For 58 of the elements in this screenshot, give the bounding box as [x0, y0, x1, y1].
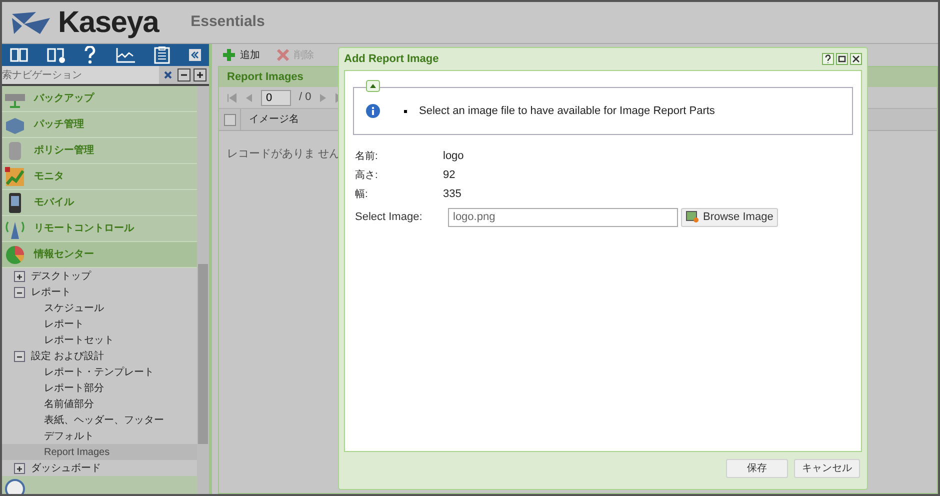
module-icon	[4, 244, 26, 266]
file-field[interactable]: logo.png	[448, 208, 678, 226]
info-text: Select an image file to have available for Image Report Parts	[419, 104, 715, 119]
page-field[interactable]: 0	[261, 90, 291, 106]
collapse-icon[interactable]	[14, 350, 25, 362]
expand-all-icon[interactable]	[193, 68, 207, 82]
field-value: 92	[443, 168, 456, 184]
field-value: 335	[443, 187, 462, 202]
collapse-all-icon[interactable]	[177, 68, 191, 82]
expand-icon[interactable]	[14, 462, 25, 474]
tree-item[interactable]: レポート・テンプレート	[2, 364, 197, 380]
tree-item[interactable]: デフォルト	[2, 428, 197, 444]
field-label: 名前:	[354, 150, 379, 164]
panel-title: Report Images	[227, 70, 304, 85]
help-icon[interactable]	[83, 46, 98, 64]
field-value: logo	[443, 149, 464, 164]
collapse-icon[interactable]	[188, 49, 201, 61]
info-icon	[366, 104, 380, 118]
field-label: 幅:	[354, 188, 369, 202]
tree-item[interactable]: デスクトップ	[29, 268, 93, 284]
book-icon[interactable]	[10, 47, 28, 63]
book-add-icon[interactable]	[46, 47, 65, 63]
tree-item[interactable]: ダッシュボード	[29, 460, 103, 476]
tree-item[interactable]: 表紙、ヘッダー、フッター	[2, 412, 197, 428]
collapse-icon[interactable]	[14, 286, 25, 298]
field-label: Select Image:	[354, 210, 424, 225]
logo-text: Kaseya	[58, 5, 159, 41]
maximize-icon[interactable]	[836, 53, 848, 65]
tree-item[interactable]: Report Images	[2, 444, 197, 460]
plus-icon	[222, 48, 236, 62]
cross-icon	[276, 48, 290, 62]
line-chart-icon[interactable]	[116, 47, 136, 63]
module-icon	[4, 166, 26, 188]
scrollbar[interactable]	[197, 86, 209, 494]
clock-icon	[4, 478, 26, 494]
cancel-button[interactable]: キャンセル	[794, 458, 860, 478]
tree-item[interactable]: レポート	[2, 316, 197, 332]
product-title: Essentials	[190, 12, 265, 32]
add-button[interactable]: 追加	[222, 48, 260, 62]
dialog-title: Add Report Image	[344, 52, 439, 67]
tree-item[interactable]: レポートセット	[2, 332, 197, 348]
help-icon[interactable]	[822, 53, 834, 65]
search-field[interactable]: 索ナビゲーション	[2, 66, 159, 84]
tree-item[interactable]: レポート部分	[2, 380, 197, 396]
tree-item[interactable]: レポート	[29, 284, 73, 300]
image-icon	[686, 211, 699, 223]
tree-item[interactable]: 名前値部分	[2, 396, 197, 412]
page-total: / 0	[299, 90, 312, 106]
tree-item[interactable]: スケジュール	[2, 300, 197, 316]
clipboard-icon[interactable]	[154, 46, 170, 64]
select-all-checkbox[interactable]	[224, 114, 236, 126]
browse-image-button[interactable]: Browse Image	[681, 208, 778, 226]
field-label: 高さ:	[354, 168, 379, 183]
expand-icon[interactable]	[14, 270, 25, 282]
tree-item[interactable]: 設定 および設計	[29, 348, 106, 364]
save-button[interactable]: 保存	[726, 458, 788, 478]
close-icon[interactable]	[850, 53, 862, 65]
collapse-icon[interactable]	[366, 80, 380, 92]
